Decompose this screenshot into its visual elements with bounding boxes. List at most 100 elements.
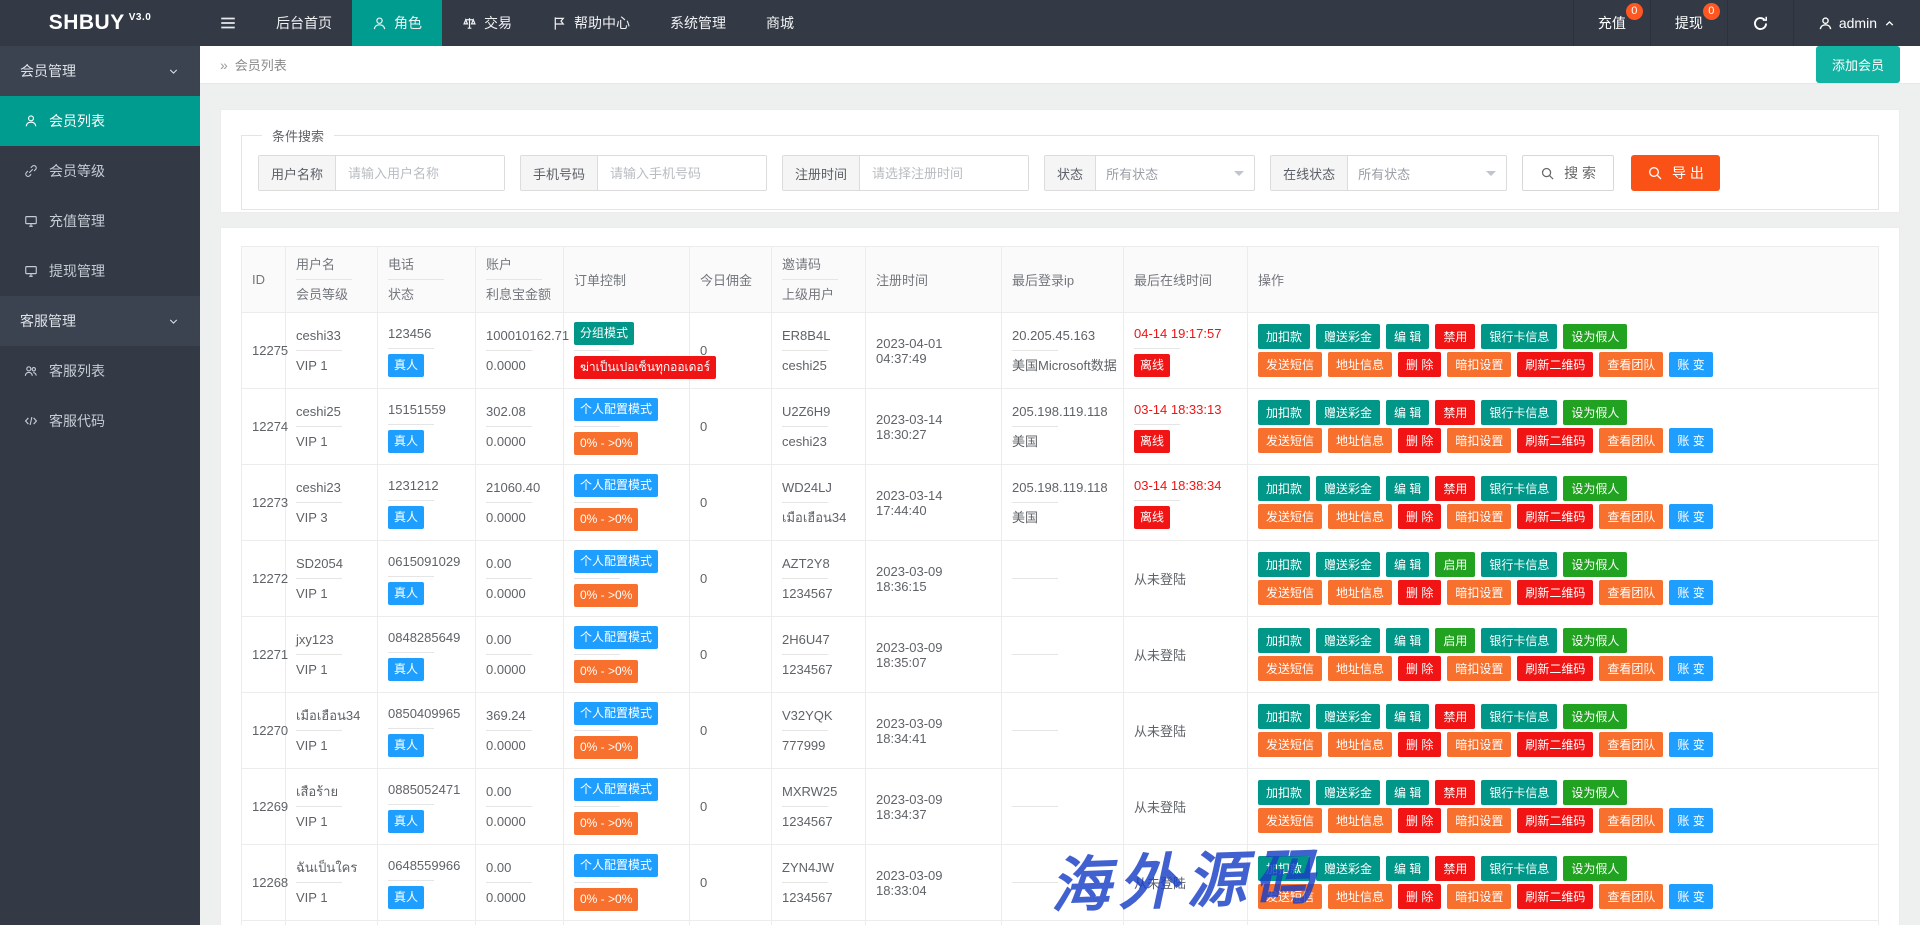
refresh-icon[interactable] [1727,0,1793,46]
sidebar-item-会员等级[interactable]: 会员等级 [0,146,200,196]
action-button-发送短信[interactable]: 发送短信 [1258,884,1322,909]
sidebar-item-客服列表[interactable]: 客服列表 [0,346,200,396]
action-button-暗扣设置[interactable]: 暗扣设置 [1447,656,1511,681]
action-button-发送短信[interactable]: 发送短信 [1258,352,1322,377]
menu-toggle-icon[interactable] [200,0,256,46]
action-button-加扣款[interactable]: 加扣款 [1258,704,1310,729]
search-button[interactable]: 搜 索 [1522,155,1614,191]
action-button-账变[interactable]: 账 变 [1669,352,1712,377]
action-button-查看团队[interactable]: 查看团队 [1599,656,1663,681]
action-button-账变[interactable]: 账 变 [1669,732,1712,757]
action-button-编辑[interactable]: 编 辑 [1386,476,1429,501]
action-button-暗扣设置[interactable]: 暗扣设置 [1447,352,1511,377]
action-button-刷新二维码[interactable]: 刷新二维码 [1517,504,1593,529]
action-button-账变[interactable]: 账 变 [1669,428,1712,453]
action-button-暗扣设置[interactable]: 暗扣设置 [1447,504,1511,529]
filter-select-状态[interactable]: 所有状态 [1096,156,1254,190]
action-button-刷新二维码[interactable]: 刷新二维码 [1517,808,1593,833]
action-button-编辑[interactable]: 编 辑 [1386,324,1429,349]
action-button-刷新二维码[interactable]: 刷新二维码 [1517,656,1593,681]
action-button-删除[interactable]: 删 除 [1398,656,1441,681]
action-button-账变[interactable]: 账 变 [1669,504,1712,529]
sidebar-group-客服管理[interactable]: 客服管理 [0,296,200,346]
action-button-发送短信[interactable]: 发送短信 [1258,808,1322,833]
action-button-赠送彩金[interactable]: 赠送彩金 [1316,476,1380,501]
recharge-nav-item[interactable]: 充值 0 [1573,0,1650,46]
action-button-编辑[interactable]: 编 辑 [1386,856,1429,881]
action-button-刷新二维码[interactable]: 刷新二维码 [1517,428,1593,453]
filter-select-在线状态[interactable]: 所有状态 [1348,156,1506,190]
action-button-编辑[interactable]: 编 辑 [1386,780,1429,805]
action-button-设为假人[interactable]: 设为假人 [1563,400,1627,425]
action-button-删除[interactable]: 删 除 [1398,580,1441,605]
action-button-加扣款[interactable]: 加扣款 [1258,324,1310,349]
action-button-加扣款[interactable]: 加扣款 [1258,856,1310,881]
action-button-设为假人[interactable]: 设为假人 [1563,780,1627,805]
user-menu[interactable]: admin [1793,0,1920,46]
action-button-编辑[interactable]: 编 辑 [1386,400,1429,425]
action-button-加扣款[interactable]: 加扣款 [1258,400,1310,425]
action-button-编辑[interactable]: 编 辑 [1386,552,1429,577]
action-button-删除[interactable]: 删 除 [1398,428,1441,453]
action-button-地址信息[interactable]: 地址信息 [1328,504,1392,529]
action-button-账变[interactable]: 账 变 [1669,656,1712,681]
action-button-刷新二维码[interactable]: 刷新二维码 [1517,580,1593,605]
action-button-删除[interactable]: 删 除 [1398,504,1441,529]
filter-input-手机号码[interactable] [598,156,766,190]
action-button-暗扣设置[interactable]: 暗扣设置 [1447,808,1511,833]
action-button-加扣款[interactable]: 加扣款 [1258,552,1310,577]
action-button-暗扣设置[interactable]: 暗扣设置 [1447,884,1511,909]
action-button-加扣款[interactable]: 加扣款 [1258,476,1310,501]
nav-item-角色[interactable]: 角色 [352,0,442,46]
action-button-删除[interactable]: 删 除 [1398,808,1441,833]
action-button-暗扣设置[interactable]: 暗扣设置 [1447,428,1511,453]
sidebar-item-充值管理[interactable]: 充值管理 [0,196,200,246]
action-button-账变[interactable]: 账 变 [1669,808,1712,833]
nav-item-帮助中心[interactable]: 帮助中心 [532,0,650,46]
sidebar-item-提现管理[interactable]: 提现管理 [0,246,200,296]
action-button-赠送彩金[interactable]: 赠送彩金 [1316,856,1380,881]
action-button-银行卡信息[interactable]: 银行卡信息 [1481,476,1557,501]
action-button-银行卡信息[interactable]: 银行卡信息 [1481,552,1557,577]
action-button-银行卡信息[interactable]: 银行卡信息 [1481,856,1557,881]
action-button-赠送彩金[interactable]: 赠送彩金 [1316,628,1380,653]
action-button-发送短信[interactable]: 发送短信 [1258,656,1322,681]
action-button-账变[interactable]: 账 变 [1669,884,1712,909]
action-button-启用[interactable]: 启用 [1435,552,1475,577]
action-button-删除[interactable]: 删 除 [1398,352,1441,377]
action-button-地址信息[interactable]: 地址信息 [1328,428,1392,453]
action-button-账变[interactable]: 账 变 [1669,580,1712,605]
action-button-禁用[interactable]: 禁用 [1435,476,1475,501]
action-button-设为假人[interactable]: 设为假人 [1563,552,1627,577]
action-button-地址信息[interactable]: 地址信息 [1328,732,1392,757]
sidebar-group-会员管理[interactable]: 会员管理 [0,46,200,96]
action-button-银行卡信息[interactable]: 银行卡信息 [1481,324,1557,349]
action-button-加扣款[interactable]: 加扣款 [1258,780,1310,805]
action-button-设为假人[interactable]: 设为假人 [1563,628,1627,653]
action-button-刷新二维码[interactable]: 刷新二维码 [1517,732,1593,757]
nav-item-后台首页[interactable]: 后台首页 [256,0,352,46]
sidebar-item-会员列表[interactable]: 会员列表 [0,96,200,146]
action-button-设为假人[interactable]: 设为假人 [1563,476,1627,501]
action-button-查看团队[interactable]: 查看团队 [1599,732,1663,757]
action-button-发送短信[interactable]: 发送短信 [1258,732,1322,757]
action-button-禁用[interactable]: 禁用 [1435,324,1475,349]
action-button-银行卡信息[interactable]: 银行卡信息 [1481,704,1557,729]
action-button-赠送彩金[interactable]: 赠送彩金 [1316,780,1380,805]
action-button-赠送彩金[interactable]: 赠送彩金 [1316,704,1380,729]
action-button-禁用[interactable]: 禁用 [1435,856,1475,881]
nav-item-商城[interactable]: 商城 [746,0,814,46]
action-button-查看团队[interactable]: 查看团队 [1599,580,1663,605]
action-button-加扣款[interactable]: 加扣款 [1258,628,1310,653]
action-button-查看团队[interactable]: 查看团队 [1599,428,1663,453]
action-button-查看团队[interactable]: 查看团队 [1599,808,1663,833]
filter-input-注册时间[interactable] [860,156,1028,190]
action-button-查看团队[interactable]: 查看团队 [1599,504,1663,529]
filter-input-用户名称[interactable] [336,156,504,190]
nav-item-系统管理[interactable]: 系统管理 [650,0,746,46]
action-button-地址信息[interactable]: 地址信息 [1328,884,1392,909]
action-button-地址信息[interactable]: 地址信息 [1328,352,1392,377]
action-button-赠送彩金[interactable]: 赠送彩金 [1316,552,1380,577]
action-button-暗扣设置[interactable]: 暗扣设置 [1447,580,1511,605]
action-button-赠送彩金[interactable]: 赠送彩金 [1316,400,1380,425]
